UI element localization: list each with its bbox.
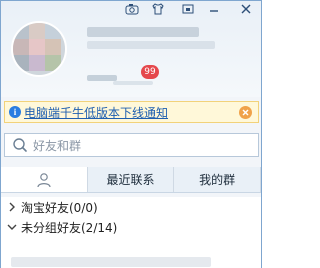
contact-item-redacted[interactable] <box>11 257 211 267</box>
signature-redacted <box>87 41 215 49</box>
search-input[interactable]: 好友和群 <box>4 133 259 157</box>
tab-contacts[interactable] <box>1 167 88 192</box>
notice-bar: i 电脑端千牛低版本下线通知 <box>4 101 259 123</box>
chevron-right-icon <box>9 202 15 212</box>
status-redacted <box>87 75 117 81</box>
group-label: 淘宝好友(0/0) <box>21 200 98 215</box>
status-redacted-2 <box>113 81 153 85</box>
group-ungrouped-friends[interactable]: 未分组好友(2/14) <box>1 217 261 237</box>
close-icon[interactable] <box>238 2 254 16</box>
user-icon <box>37 172 51 187</box>
minimize-icon[interactable] <box>206 2 222 16</box>
avatar[interactable] <box>11 21 67 77</box>
nickname-redacted <box>87 27 199 37</box>
group-label: 未分组好友(2/14) <box>21 220 118 235</box>
contact-list: 淘宝好友(0/0) 未分组好友(2/14) <box>1 197 261 268</box>
tab-recent[interactable]: 最近联系 <box>87 167 175 192</box>
camera-icon[interactable] <box>124 2 140 16</box>
unread-badge[interactable]: 99 <box>141 65 159 79</box>
info-icon: i <box>9 106 21 118</box>
group-taobao-friends[interactable]: 淘宝好友(0/0) <box>1 197 261 217</box>
chevron-down-icon <box>7 224 17 230</box>
tab-groups[interactable]: 我的群 <box>174 167 262 192</box>
contact-tabs: 最近联系 我的群 <box>1 167 262 193</box>
search-icon <box>11 136 29 154</box>
shirt-icon[interactable] <box>150 2 166 16</box>
chat-app-window: 99 i 电脑端千牛低版本下线通知 好友和群 最近联系 我的群 淘宝好友(0/0… <box>0 0 262 268</box>
close-icon[interactable] <box>239 106 252 119</box>
box-icon[interactable] <box>180 2 196 16</box>
title-bar <box>1 1 261 17</box>
notice-link[interactable]: 电脑端千牛低版本下线通知 <box>24 104 168 121</box>
search-placeholder: 好友和群 <box>33 138 82 153</box>
